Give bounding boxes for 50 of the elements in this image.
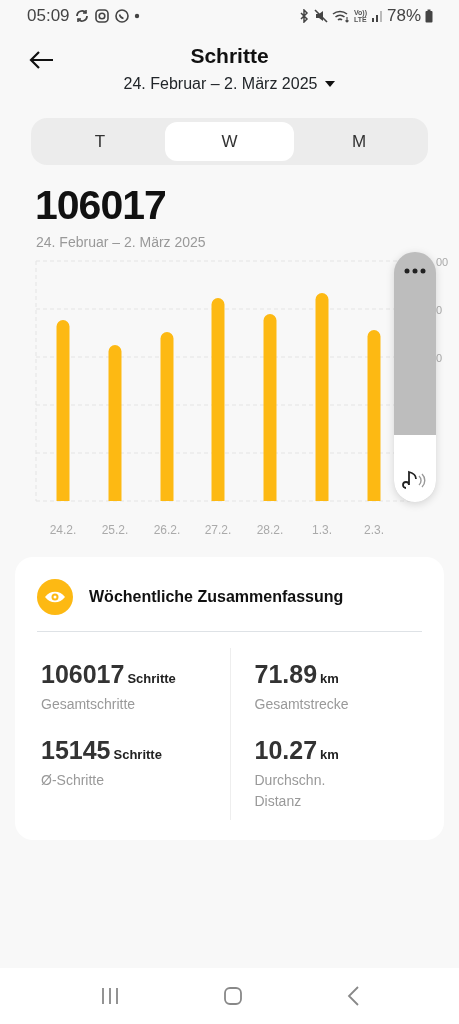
- caret-icon: [325, 80, 336, 87]
- volume-slider[interactable]: [394, 252, 436, 503]
- axis-label: 0: [436, 303, 443, 319]
- axis-label: 24.2.: [49, 522, 77, 540]
- axis-label: 1.3.: [312, 522, 332, 540]
- axis-label: 2.3.: [364, 522, 384, 540]
- axis-label: 0: [436, 351, 443, 367]
- stat-value: 10.27: [254, 735, 318, 767]
- stat-label: Durchschn. Distanz: [254, 770, 327, 811]
- axis-label: 26.2.: [153, 522, 181, 540]
- stat-value: 71.89: [254, 659, 318, 691]
- stat-unit: km: [320, 746, 339, 765]
- period-tab[interactable]: T: [35, 122, 165, 161]
- signal-icon: [370, 9, 383, 23]
- bluetooth-icon: [297, 9, 310, 23]
- recent-apps-icon[interactable]: [99, 987, 120, 1005]
- summary-title: Wöchentliche Zusammenfassung: [89, 587, 344, 608]
- volume-fill[interactable]: [394, 434, 436, 503]
- axis-label: 25.2.: [101, 522, 129, 540]
- battery-percent: 78%: [386, 5, 421, 28]
- total-steps: 106017: [35, 183, 459, 229]
- wifi-icon: [331, 9, 350, 23]
- battery-icon: [425, 9, 433, 23]
- status-time: 05:09: [27, 5, 70, 28]
- stat-unit: Schritte: [113, 746, 162, 765]
- mute-icon: [313, 9, 328, 23]
- camera-app-icon: [93, 8, 110, 24]
- period-tab[interactable]: M: [294, 122, 424, 161]
- axis-label: 27.2.: [204, 522, 232, 540]
- date-range-dropdown[interactable]: 24. Februar – 2. März 2025: [123, 71, 336, 96]
- axis-label: 28.2.: [256, 522, 284, 540]
- date-range-label: 24. Februar – 2. März 2025: [36, 233, 207, 253]
- sync-icon: [73, 8, 90, 24]
- chat-app-icon: [113, 8, 130, 24]
- eye-icon: [37, 579, 73, 616]
- stat-label: Ø-Schritte: [41, 770, 105, 790]
- more-icon[interactable]: [404, 268, 426, 275]
- stat-value: 15145: [41, 735, 111, 767]
- stat-value: 106017: [41, 659, 125, 691]
- stat-label: Gesamtschritte: [41, 694, 137, 714]
- stat-unit: km: [320, 670, 339, 689]
- back-icon[interactable]: [28, 50, 54, 70]
- stat-label: Gesamtstrecke: [254, 694, 350, 714]
- period-tab[interactable]: W: [164, 122, 295, 161]
- home-icon[interactable]: [222, 986, 243, 1006]
- screen-title: Schritte: [190, 43, 269, 69]
- back-nav-icon[interactable]: [345, 986, 360, 1006]
- dot-icon: [133, 13, 140, 19]
- stat-unit: Schritte: [127, 670, 176, 689]
- axis-label: 00: [436, 255, 449, 271]
